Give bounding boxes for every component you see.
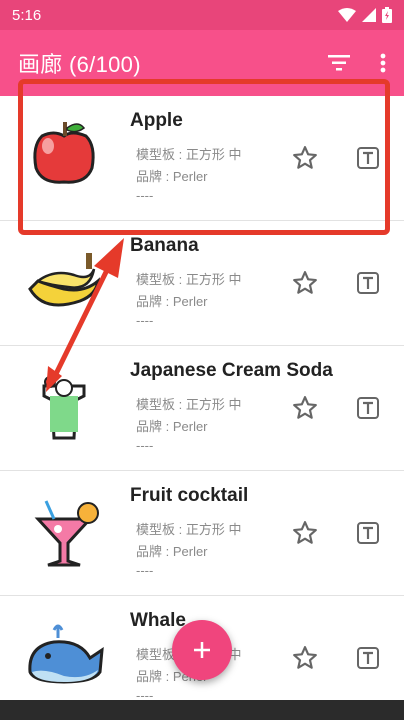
cream-soda-bead-image [42, 376, 86, 440]
gallery-list: Apple 模型板 : 正方形 中 品牌 : Perler ---- Banan… [0, 96, 404, 700]
system-nav-bar [0, 700, 404, 720]
item-note: ---- [136, 563, 154, 578]
more-vert-icon[interactable] [380, 53, 386, 73]
item-note: ---- [136, 313, 154, 328]
item-title: Apple [130, 110, 183, 131]
status-icons [338, 7, 392, 23]
list-item[interactable]: Banana 模型板 : 正方形 中 品牌 : Perler ---- [0, 221, 404, 346]
item-note: ---- [136, 188, 154, 203]
item-brand: 品牌 : Perler [136, 294, 208, 309]
item-board: 模型板 : 正方形 中 [136, 522, 242, 537]
favorite-star-icon[interactable] [292, 270, 318, 296]
list-item[interactable]: Fruit cocktail 模型板 : 正方形 中 品牌 : Perler -… [0, 471, 404, 596]
whale-bead-image [28, 624, 104, 684]
text-icon[interactable] [357, 647, 379, 669]
item-brand: 品牌 : Perler [136, 544, 208, 559]
favorite-star-icon[interactable] [292, 395, 318, 421]
item-title: Banana [130, 235, 199, 256]
item-note: ---- [136, 438, 154, 453]
plus-icon [194, 642, 210, 658]
apple-bead-image [33, 122, 95, 184]
item-board: 模型板 : 正方形 中 [136, 397, 242, 412]
favorite-star-icon[interactable] [292, 645, 318, 671]
text-icon[interactable] [357, 522, 379, 544]
add-button[interactable] [172, 620, 232, 680]
signal-icon [362, 8, 376, 22]
text-icon[interactable] [357, 272, 379, 294]
item-board: 模型板 : 正方形 中 [136, 147, 242, 162]
sort-icon[interactable] [328, 55, 350, 71]
favorite-star-icon[interactable] [292, 520, 318, 546]
item-brand: 品牌 : Perler [136, 419, 208, 434]
app-bar: 画廊 (6/100) [0, 30, 404, 96]
battery-icon [382, 7, 392, 23]
page-title: 画廊 (6/100) [18, 52, 141, 77]
text-icon[interactable] [357, 147, 379, 169]
text-icon[interactable] [357, 397, 379, 419]
banana-bead-image [28, 253, 101, 307]
favorite-star-icon[interactable] [292, 145, 318, 171]
list-item[interactable]: Japanese Cream Soda 模型板 : 正方形 中 品牌 : Per… [0, 346, 404, 471]
fruit-cocktail-bead-image [34, 500, 99, 567]
item-board: 模型板 : 正方形 中 [136, 272, 242, 287]
status-bar: 5:16 [0, 0, 404, 30]
item-title: Whale [130, 610, 186, 631]
item-brand: 品牌 : Perler [136, 169, 208, 184]
item-title: Japanese Cream Soda [130, 360, 333, 381]
wifi-icon [338, 8, 356, 22]
list-item[interactable]: Apple 模型板 : 正方形 中 品牌 : Perler ---- [0, 96, 404, 221]
item-note: ---- [136, 688, 154, 700]
status-time: 5:16 [12, 6, 42, 24]
item-title: Fruit cocktail [130, 485, 249, 506]
